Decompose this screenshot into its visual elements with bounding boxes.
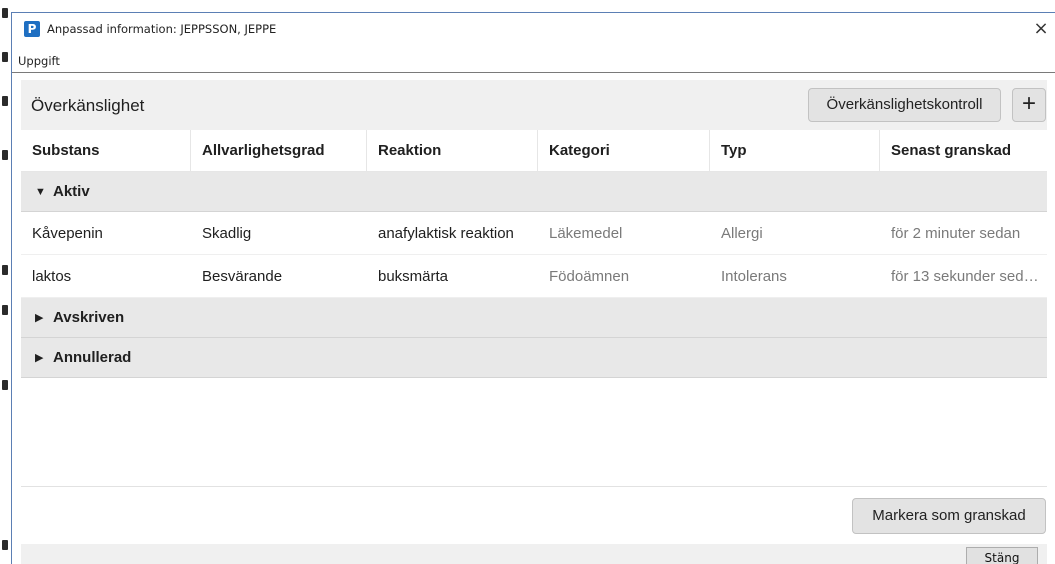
app-logo-icon: P [24,21,40,37]
group-row-annullerad[interactable]: ▶ Annullerad [21,338,1047,378]
cell-kategori: Födoämnen [549,267,630,285]
menu-item-uppgift[interactable]: Uppgift [12,54,60,68]
cell-senast-granskad: för 2 minuter sedan [891,224,1021,242]
close-icon[interactable]: × [1033,20,1049,38]
add-button[interactable]: + [1012,88,1046,122]
cell-typ: Intolerans [721,267,787,285]
footer-divider [21,486,1047,487]
group-label: Annullerad [53,349,132,366]
window-title: Anpassad information: JEPPSSON, JEPPE [47,22,277,36]
group-row-aktiv[interactable]: ▼ Aktiv [21,172,1047,212]
allergy-panel: Överkänslighet Överkänslighetskontroll +… [21,80,1047,564]
caret-right-icon: ▶ [35,352,44,364]
dialog-window: P Anpassad information: JEPPSSON, JEPPE … [11,12,1055,564]
table-row[interactable]: Kåvepenin Skadlig anafylaktisk reaktion … [21,212,1047,255]
cell-substans: Kåvepenin [32,224,103,242]
hypersensitivity-check-button[interactable]: Överkänslighetskontroll [808,88,1001,122]
cell-allvarlighetsgrad: Skadlig [202,224,252,242]
caret-down-icon: ▼ [35,185,46,198]
mark-reviewed-button[interactable]: Markera som granskad [852,498,1046,534]
cell-reaktion: buksmärta [378,267,449,285]
column-header-typ[interactable]: Typ [710,130,880,172]
column-header-kategori[interactable]: Kategori [538,130,710,172]
column-header-senast-granskad[interactable]: Senast granskad [880,130,1047,172]
close-button[interactable]: Stäng [966,547,1038,564]
panel-header: Överkänslighet Överkänslighetskontroll + [21,80,1047,130]
cell-typ: Allergi [721,224,763,242]
cell-reaktion: anafylaktisk reaktion [378,224,514,242]
group-label: Aktiv [53,183,90,200]
cell-allvarlighetsgrad: Besvärande [202,267,283,285]
cell-substans: laktos [32,267,72,285]
menu-bar: Uppgift [12,52,60,70]
menu-divider [12,72,1055,73]
caret-right-icon: ▶ [35,312,44,324]
column-header-allvarlighetsgrad[interactable]: Allvarlighetsgrad [191,130,367,172]
allergy-table: Substans Allvarlighetsgrad Reaktion Kate… [21,130,1047,378]
title-bar: P Anpassad information: JEPPSSON, JEPPE … [12,13,1055,45]
group-row-avskriven[interactable]: ▶ Avskriven [21,298,1047,338]
panel-title: Överkänslighet [31,96,145,115]
table-header: Substans Allvarlighetsgrad Reaktion Kate… [21,130,1047,172]
cell-kategori: Läkemedel [549,224,623,242]
column-header-reaktion[interactable]: Reaktion [367,130,538,172]
group-label: Avskriven [53,309,125,326]
dialog-button-bar: Stäng [21,544,1047,564]
table-row[interactable]: laktos Besvärande buksmärta Födoämnen In… [21,255,1047,298]
column-header-substans[interactable]: Substans [21,130,191,172]
cell-senast-granskad: för 13 sekunder sedan [891,267,1041,285]
